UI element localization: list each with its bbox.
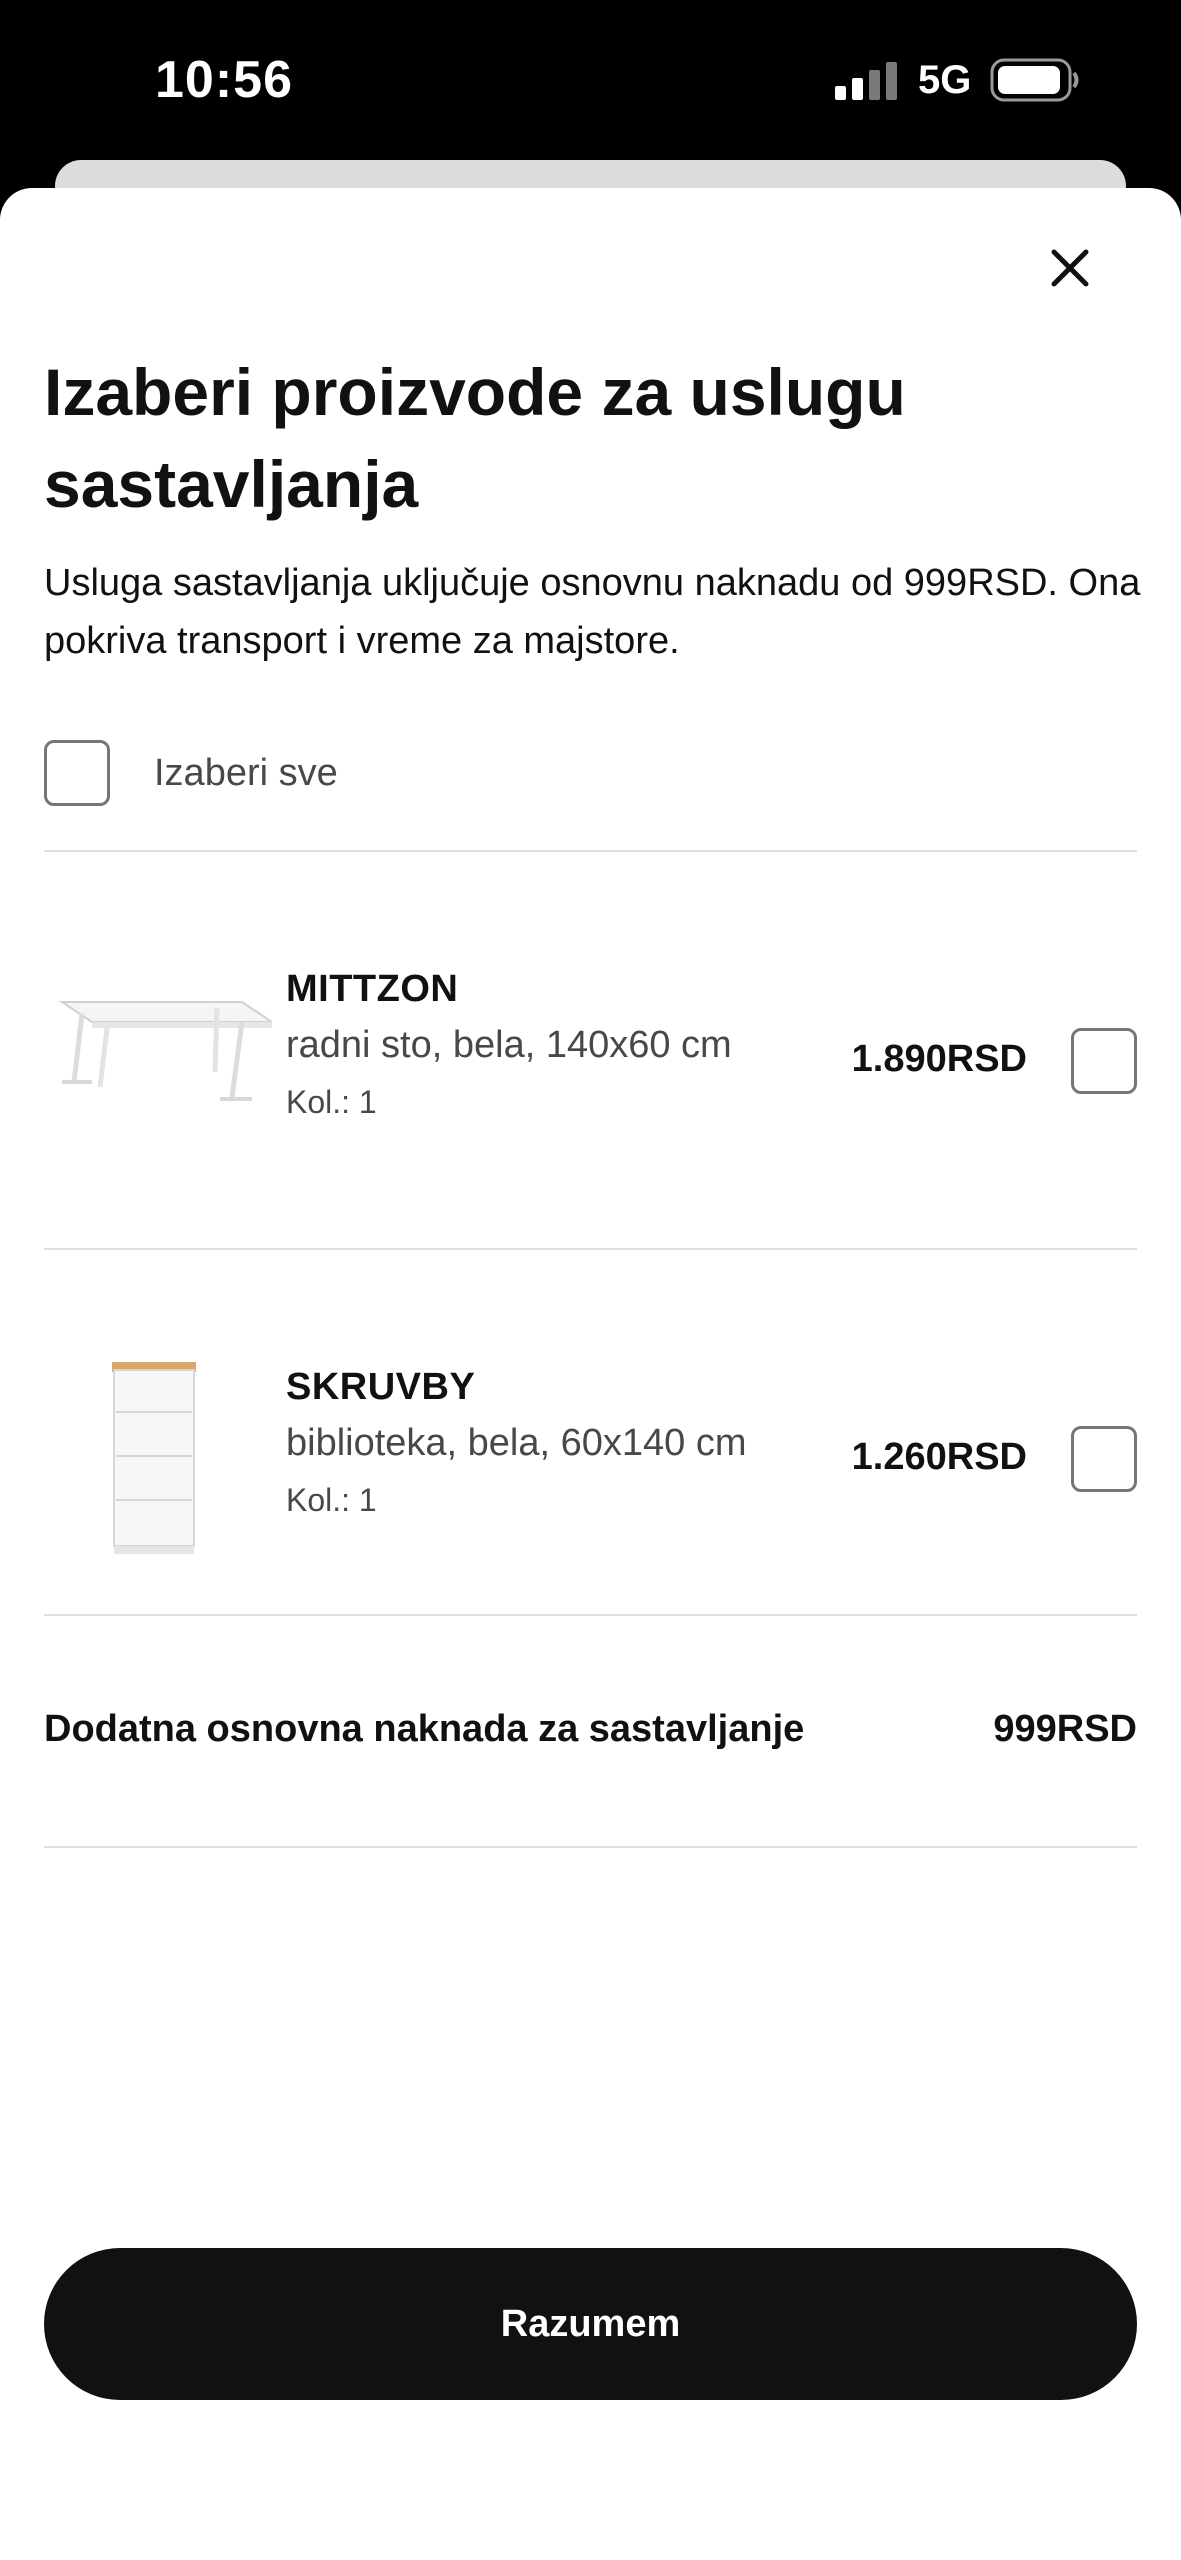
- understand-button[interactable]: Razumem: [44, 2248, 1137, 2400]
- product-row-mittzon[interactable]: MITTZON radni sto, bela, 140x60 cm Kol.:…: [44, 852, 1137, 1250]
- fee-price: 999RSD: [993, 1708, 1137, 1750]
- sheet-description: Usluga sastavljanja uključuje osnovnu na…: [44, 562, 1141, 662]
- divider: [44, 1614, 1137, 1616]
- status-bar: 10:56 5G: [0, 0, 1181, 160]
- cellular-signal-icon: [835, 62, 897, 100]
- fee-label: Dodatna osnovna naknada za sastavljanje: [44, 1708, 805, 1750]
- product-price: 1.890RSD: [851, 1038, 1027, 1080]
- close-button[interactable]: [1040, 238, 1100, 298]
- battery-icon: [990, 58, 1079, 102]
- sheet-title: Izaberi proizvode za uslugu sastavljanja: [44, 355, 906, 521]
- close-icon: [1051, 249, 1089, 287]
- bookcase-image: [112, 1362, 196, 1554]
- product-description: biblioteka, bela, 60x140 cm: [286, 1422, 747, 1464]
- product-quantity: Kol.: 1: [286, 1084, 377, 1120]
- select-all-option[interactable]: Izaberi sve: [44, 740, 338, 806]
- product-name: SKRUVBY: [286, 1366, 476, 1408]
- select-all-label: Izaberi sve: [154, 751, 338, 794]
- product-checkbox[interactable]: [1071, 1028, 1137, 1094]
- product-row-skruvby[interactable]: SKRUVBY biblioteka, bela, 60x140 cm Kol.…: [44, 1250, 1137, 1648]
- product-price: 1.260RSD: [851, 1436, 1027, 1478]
- select-all-checkbox[interactable]: [44, 740, 110, 806]
- divider: [44, 1846, 1137, 1848]
- assembly-fee-row: Dodatna osnovna naknada za sastavljanje …: [44, 1700, 1137, 1760]
- product-checkbox[interactable]: [1071, 1426, 1137, 1492]
- product-name: MITTZON: [286, 968, 459, 1010]
- desk-image: [58, 1001, 272, 1101]
- product-quantity: Kol.: 1: [286, 1482, 377, 1518]
- network-label: 5G: [918, 58, 972, 102]
- status-time: 10:56: [155, 51, 293, 109]
- product-description: radni sto, bela, 140x60 cm: [286, 1024, 732, 1066]
